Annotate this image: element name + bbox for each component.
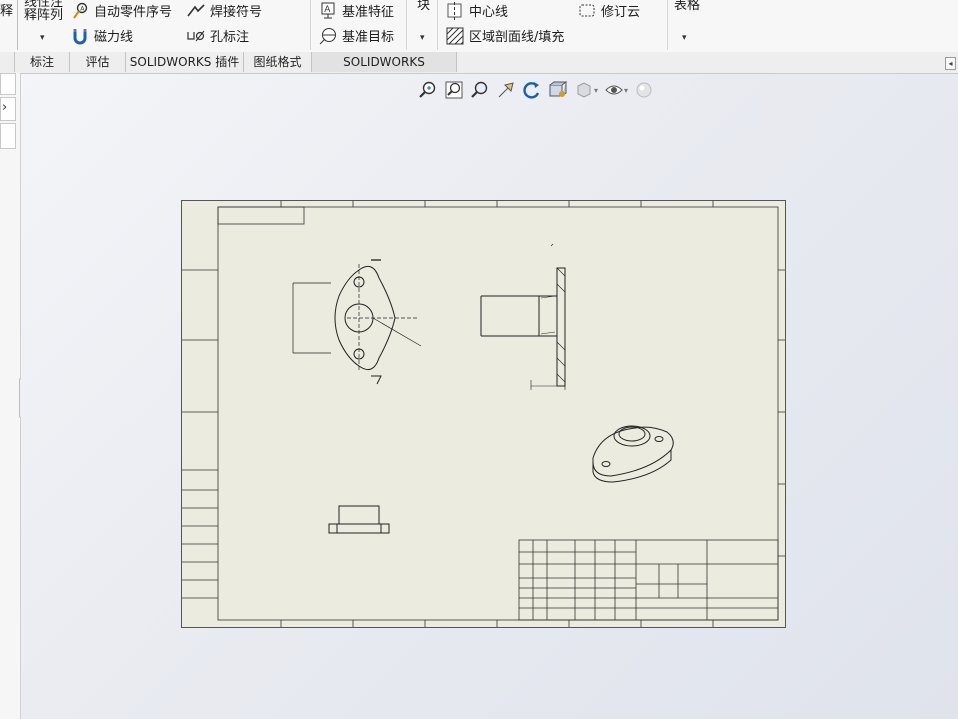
zoom-area-icon[interactable] xyxy=(444,80,464,100)
ribbon-separator xyxy=(17,0,18,50)
hatch-icon xyxy=(446,27,464,44)
datum-target-button[interactable]: 基准目标 xyxy=(319,26,394,45)
tab-evaluate[interactable]: 评估 xyxy=(70,52,126,72)
revision-cloud-icon xyxy=(579,4,595,16)
ribbon-separator xyxy=(310,0,311,50)
weld-symbol-button[interactable]: 焊接符号 xyxy=(187,1,262,20)
ribbon-partial-label: 释 xyxy=(0,4,14,19)
panel-tab[interactable] xyxy=(0,123,16,149)
magnetic-line-button[interactable]: 磁力线 xyxy=(71,26,133,45)
rotate-icon[interactable] xyxy=(522,80,542,100)
chevron-down-icon[interactable]: ▾ xyxy=(40,33,45,43)
tab-solidworks-inspection[interactable]: SOLIDWORKS Inspection xyxy=(312,52,457,89)
hide-show-icon[interactable] xyxy=(604,80,624,100)
datum-feature-button[interactable]: A 基准特征 xyxy=(319,1,394,20)
panel-tab[interactable] xyxy=(0,73,16,95)
auto-balloon-icon: A xyxy=(73,2,88,19)
magnet-icon xyxy=(73,28,87,44)
pan-icon[interactable] xyxy=(496,80,516,100)
feature-manager-collapsed xyxy=(0,73,21,719)
weld-symbol-icon xyxy=(187,3,205,16)
centerline-icon xyxy=(447,1,462,20)
revision-cloud-button[interactable]: 修订云 xyxy=(578,1,640,20)
drawing-views xyxy=(182,201,785,627)
table-button[interactable]: 表格 xyxy=(674,0,700,13)
hole-callout-icon xyxy=(187,30,205,41)
view-orientation-icon[interactable] xyxy=(548,80,568,100)
tab-annotation[interactable]: 标注 xyxy=(15,52,70,72)
tab-hidden[interactable] xyxy=(0,52,15,72)
ribbon-separator xyxy=(667,0,668,50)
command-manager-ribbon: 释 线性注 释阵列 ▾ A 自动零件序号 磁力线 焊接符号 孔标注 A 基准特征… xyxy=(0,0,958,53)
heads-up-view-toolbar: ▾ ▾ xyxy=(418,80,654,100)
block-button[interactable]: 块 xyxy=(417,0,430,13)
display-style-icon[interactable] xyxy=(574,80,594,100)
svg-text:A: A xyxy=(324,5,331,15)
hole-callout-button[interactable]: 孔标注 xyxy=(187,26,249,45)
zoom-to-fit-icon[interactable] xyxy=(418,80,438,100)
drawing-sheet[interactable] xyxy=(181,200,786,628)
area-hatch-button[interactable]: 区域剖面线/填充 xyxy=(446,26,564,45)
collapse-panel-button[interactable]: ◂ xyxy=(945,57,956,70)
ribbon-separator xyxy=(406,0,407,50)
inner-border xyxy=(217,206,779,621)
tab-solidworks-addins[interactable]: SOLIDWORKS 插件 xyxy=(126,52,244,72)
previous-view-icon[interactable] xyxy=(470,80,490,100)
chevron-down-icon[interactable]: ▾ xyxy=(420,33,425,43)
chevron-down-icon[interactable]: ▾ xyxy=(624,86,628,95)
ribbon-separator xyxy=(437,0,438,50)
expand-panel-chevron-icon[interactable]: › xyxy=(2,100,7,115)
tab-sheet-format[interactable]: 图纸格式 xyxy=(244,52,312,72)
datum-target-icon xyxy=(319,27,336,44)
linear-note-pattern-button[interactable]: 线性注 释阵列 xyxy=(24,0,63,22)
chevron-down-icon[interactable]: ▾ xyxy=(594,86,598,95)
auto-balloon-button[interactable]: A 自动零件序号 xyxy=(71,1,172,20)
datum-feature-icon: A xyxy=(321,2,335,18)
chevron-down-icon[interactable]: ▾ xyxy=(682,33,687,43)
command-manager-tabs: 标注 评估 SOLIDWORKS 插件 图纸格式 SOLIDWORKS Insp… xyxy=(0,52,958,89)
appearance-icon[interactable] xyxy=(634,80,654,100)
centerline-button[interactable]: 中心线 xyxy=(446,1,508,20)
